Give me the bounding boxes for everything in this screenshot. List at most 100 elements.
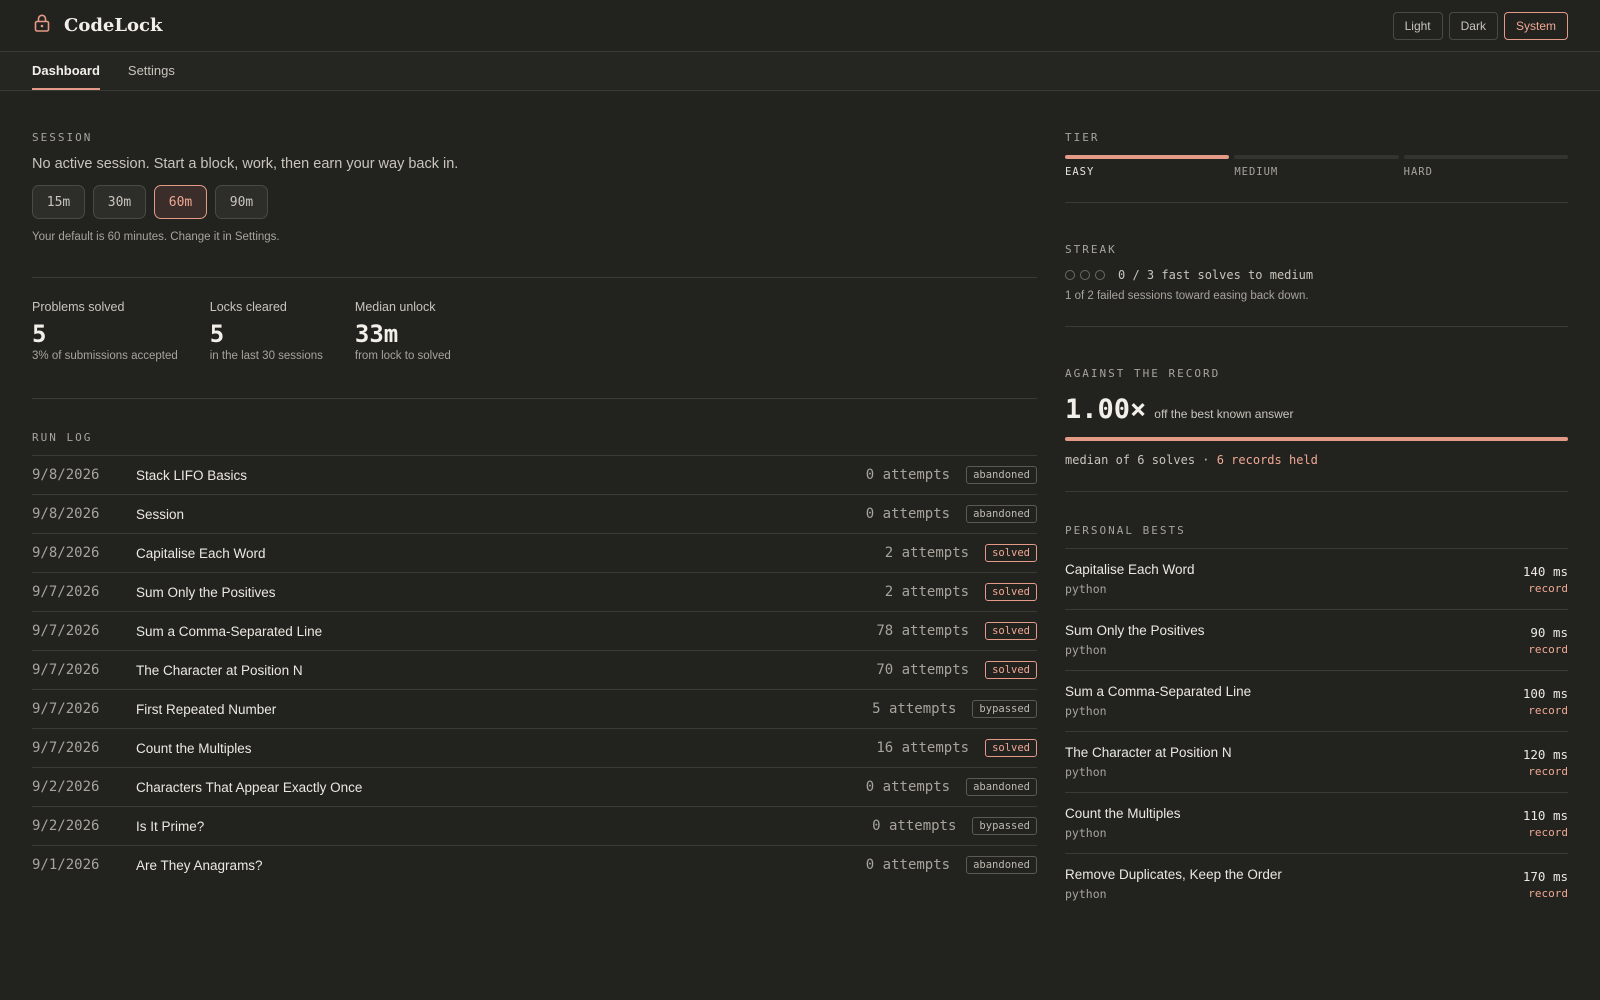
- tab-settings[interactable]: Settings: [128, 52, 175, 90]
- pb-title: Count the Multiples: [1065, 806, 1181, 821]
- tier-easy: EASY: [1065, 155, 1230, 178]
- theme-system-button[interactable]: System: [1503, 11, 1568, 40]
- run-log-section: RUN LOG 9/8/2026 Stack LIFO Basics 0 attem…: [32, 399, 1037, 884]
- tier-hard: HARD: [1403, 155, 1568, 178]
- personal-best-row[interactable]: The Character at Position N python 120 ms r…: [1065, 731, 1568, 792]
- pb-time: 90 ms: [1530, 624, 1568, 640]
- tier-name: HARD: [1403, 166, 1433, 178]
- personal-best-row[interactable]: Sum a Comma-Separated Line python 100 ms re…: [1065, 670, 1568, 731]
- run-title: The Character at Position N: [136, 662, 303, 678]
- streak-dot: [1095, 270, 1105, 280]
- run-log-row[interactable]: 9/8/2026 Stack LIFO Basics 0 attempts aband…: [32, 455, 1037, 494]
- duration-60m-button[interactable]: 60m: [154, 185, 207, 219]
- session-default-note: Your default is 60 minutes. Change it in…: [32, 231, 280, 243]
- run-log-row[interactable]: 9/1/2026 Are They Anagrams? 0 attempts aban…: [32, 845, 1037, 884]
- tab-dashboard[interactable]: Dashboard: [32, 52, 100, 90]
- record-bar: [1065, 437, 1568, 441]
- run-date: 9/7/2026: [32, 662, 100, 678]
- stat-locks-cleared: Locks cleared 5 in the last 30 sessions: [210, 300, 323, 362]
- status-badge: solved: [985, 583, 1037, 601]
- session-message: No active session. Start a block, work, …: [32, 156, 459, 172]
- record-meta-prefix: median of 6 solves ·: [1065, 453, 1217, 467]
- run-title: Sum a Comma-Separated Line: [136, 623, 323, 639]
- personal-best-row[interactable]: Remove Duplicates, Keep the Order python 1…: [1065, 853, 1568, 914]
- stat-value: 5: [209, 320, 225, 348]
- duration-15m-button[interactable]: 15m: [32, 185, 85, 219]
- status-badge: abandoned: [966, 778, 1037, 796]
- run-log-row[interactable]: 9/7/2026 Count the Multiples 16 attempts so…: [32, 728, 1037, 767]
- run-attempts: 78 attempts: [876, 623, 970, 639]
- session-label: SESSION: [32, 131, 93, 144]
- pb-time: 110 ms: [1522, 807, 1568, 823]
- app-name: CodeLock: [64, 15, 163, 36]
- run-date: 9/1/2026: [32, 857, 100, 873]
- pb-record-tag: record: [1528, 825, 1568, 839]
- run-log-row[interactable]: 9/8/2026 Session 0 attempts abandoned: [32, 494, 1037, 533]
- streak-dot: [1065, 270, 1075, 280]
- tier-label: TIER: [1065, 131, 1100, 144]
- pb-record-tag: record: [1528, 703, 1568, 717]
- run-date: 9/8/2026: [32, 467, 100, 483]
- record-section: AGAINST THE RECORD 1.00× off the best kn…: [1065, 327, 1568, 492]
- pb-time: 140 ms: [1522, 563, 1568, 579]
- stat-label: Problems solved: [32, 300, 125, 314]
- streak-dot: [1080, 270, 1090, 280]
- top-bar: CodeLock Light Dark System: [0, 0, 1600, 52]
- main-content: SESSION No active session. Start a block…: [0, 91, 1600, 914]
- run-date: 9/8/2026: [32, 506, 100, 522]
- theme-dark-button[interactable]: Dark: [1448, 11, 1498, 40]
- theme-light-button[interactable]: Light: [1392, 11, 1443, 40]
- run-attempts: 0 attempts: [865, 857, 951, 873]
- status-badge: solved: [985, 661, 1037, 679]
- right-column: TIER EASY MEDIUM HARD STREAK 0 / 3 fast …: [1065, 91, 1568, 914]
- record-bar-fill: [1065, 437, 1568, 441]
- tier-name: MEDIUM: [1234, 166, 1279, 178]
- brand: CodeLock: [32, 13, 162, 38]
- stat-median-unlock: Median unlock 33m from lock to solved: [355, 300, 451, 362]
- pb-result: 100 ms record: [1523, 686, 1568, 717]
- stat-sub: in the last 30 sessions: [209, 350, 323, 362]
- pb-time: 170 ms: [1522, 868, 1568, 884]
- pb-result: 170 ms record: [1523, 869, 1568, 900]
- run-date: 9/7/2026: [32, 584, 100, 600]
- status-badge: abandoned: [966, 856, 1037, 874]
- personal-best-row[interactable]: Sum Only the Positives python 90 ms record: [1065, 609, 1568, 670]
- duration-options: 15m 30m 60m 90m: [32, 185, 1037, 219]
- personal-bests-section: PERSONAL BESTS Capitalise Each Word pytho…: [1065, 492, 1568, 914]
- pb-language: python: [1065, 826, 1107, 840]
- run-log-row[interactable]: 9/2/2026 Characters That Appear Exactly O…: [32, 767, 1037, 806]
- run-date: 9/2/2026: [32, 818, 100, 834]
- pb-language: python: [1065, 582, 1107, 596]
- stats-section: Problems solved 5 3% of submissions acce…: [32, 278, 1037, 399]
- tier-name: EASY: [1065, 166, 1095, 178]
- run-log-row[interactable]: 9/7/2026 The Character at Position N 70 at…: [32, 650, 1037, 689]
- left-column: SESSION No active session. Start a block…: [32, 91, 1037, 914]
- run-attempts: 2 attempts: [884, 545, 970, 561]
- stat-label: Locks cleared: [209, 300, 287, 314]
- personal-best-row[interactable]: Capitalise Each Word python 140 ms record: [1065, 548, 1568, 609]
- streak-sub: 1 of 2 failed sessions toward easing bac…: [1065, 290, 1309, 302]
- run-log-row[interactable]: 9/7/2026 First Repeated Number 5 attempts b…: [32, 689, 1037, 728]
- run-date: 9/8/2026: [32, 545, 100, 561]
- pb-language: python: [1065, 887, 1107, 901]
- duration-90m-button[interactable]: 90m: [215, 185, 268, 219]
- run-log-row[interactable]: 9/7/2026 Sum Only the Positives 2 attempts…: [32, 572, 1037, 611]
- lock-icon: [32, 13, 52, 38]
- session-section: SESSION No active session. Start a block…: [32, 91, 1037, 278]
- duration-30m-button[interactable]: 30m: [93, 185, 146, 219]
- run-title: Characters That Appear Exactly Once: [136, 779, 363, 795]
- streak-label: STREAK: [1065, 243, 1117, 256]
- stat-problems-solved: Problems solved 5 3% of submissions acce…: [32, 300, 178, 362]
- run-log-row[interactable]: 9/7/2026 Sum a Comma-Separated Line 78 att…: [32, 611, 1037, 650]
- run-attempts: 0 attempts: [865, 467, 951, 483]
- run-attempts: 0 attempts: [872, 818, 957, 834]
- run-log-row[interactable]: 9/2/2026 Is It Prime? 0 attempts bypassed: [32, 806, 1037, 845]
- run-attempts: 5 attempts: [872, 701, 957, 717]
- run-title: Are They Anagrams?: [136, 857, 263, 873]
- run-title: Is It Prime?: [136, 818, 205, 834]
- run-log-row[interactable]: 9/8/2026 Capitalise Each Word 2 attempts so…: [32, 533, 1037, 572]
- record-meta: median of 6 solves · 6 records held: [1065, 453, 1568, 467]
- pb-info: Remove Duplicates, Keep the Order python: [1065, 867, 1282, 901]
- run-attempts: 2 attempts: [884, 584, 970, 600]
- personal-best-row[interactable]: Count the Multiples python 110 ms record: [1065, 792, 1568, 853]
